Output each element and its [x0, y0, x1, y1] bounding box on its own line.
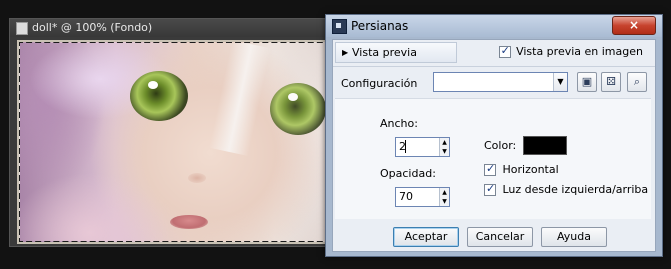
- config-row: Configuración ▼ ▣ ⚄ ⌕: [333, 70, 653, 94]
- config-label: Configuración: [341, 77, 418, 90]
- preview-row: ▶ Vista previa Vista previa en imagen: [335, 42, 651, 63]
- help-button[interactable]: Ayuda: [541, 227, 607, 247]
- chevron-down-icon[interactable]: ▼: [553, 73, 567, 91]
- close-button[interactable]: ×: [612, 16, 656, 35]
- persianas-dialog: Persianas × ▶ Vista previa Vista previa …: [325, 14, 663, 257]
- doll-right-eye: [270, 83, 326, 135]
- spin-arrows-icon[interactable]: ▲ ▼: [439, 188, 449, 206]
- doll-nose: [188, 173, 206, 183]
- dialog-title: Persianas: [351, 19, 409, 33]
- image-canvas[interactable]: [17, 40, 341, 244]
- reset-preset-button[interactable]: ⚄: [601, 72, 621, 92]
- image-window: doll* @ 100% (Fondo): [9, 18, 343, 247]
- doll-left-eye: [130, 71, 188, 121]
- doll-lips: [170, 215, 208, 229]
- spin-arrows-icon[interactable]: ▲ ▼: [439, 138, 449, 156]
- document-icon: [16, 22, 28, 35]
- save-preset-button[interactable]: ▣: [577, 72, 597, 92]
- image-window-titlebar[interactable]: doll* @ 100% (Fondo): [10, 19, 342, 37]
- ancho-label: Ancho:: [380, 117, 418, 130]
- triangle-right-icon: ▶: [342, 48, 349, 57]
- preview-toggle-label: Vista previa: [352, 46, 417, 59]
- settings-panel: Ancho: 2 ▲▼ Opacidad: 70 ▲▼ Color: Horiz…: [335, 98, 651, 219]
- color-label: Color:: [484, 139, 517, 152]
- opacidad-label: Opacidad:: [380, 167, 436, 180]
- folder-search-icon: ⌕: [633, 75, 641, 88]
- cancel-button[interactable]: Cancelar: [467, 227, 533, 247]
- dialog-body: ▶ Vista previa Vista previa en imagen Co…: [332, 39, 656, 252]
- config-select[interactable]: ▼: [433, 72, 568, 92]
- opacidad-value: 70: [399, 190, 413, 203]
- opacidad-spinner[interactable]: 70 ▲ ▼: [395, 187, 450, 207]
- checkbox-checked-icon[interactable]: [484, 182, 496, 196]
- dialog-titlebar[interactable]: Persianas ×: [326, 15, 662, 37]
- accept-button[interactable]: Aceptar: [393, 227, 459, 247]
- load-preset-button[interactable]: ⌕: [627, 72, 647, 92]
- preview-on-image-label: Vista previa en imagen: [516, 45, 643, 58]
- dice-icon: ⚄: [606, 75, 616, 88]
- luz-checkbox[interactable]: Luz desde izquierda/arriba: [484, 182, 649, 196]
- horizontal-label: Horizontal: [502, 163, 559, 176]
- text-caret: [405, 140, 406, 153]
- checkbox-checked-icon[interactable]: [484, 162, 496, 176]
- preview-toggle-button[interactable]: ▶ Vista previa: [335, 42, 457, 63]
- hair-highlight: [209, 43, 271, 156]
- save-icon: ▣: [581, 75, 593, 88]
- checkbox-checked-icon[interactable]: [498, 44, 511, 58]
- preview-on-image-checkbox[interactable]: Vista previa en imagen: [498, 44, 643, 58]
- ancho-spinner[interactable]: 2 ▲ ▼: [395, 137, 450, 157]
- image-window-title: doll* @ 100% (Fondo): [32, 21, 153, 34]
- app-icon: [332, 19, 347, 34]
- divider: [333, 66, 655, 67]
- horizontal-checkbox[interactable]: Horizontal: [484, 162, 559, 176]
- color-swatch[interactable]: [523, 136, 567, 155]
- luz-label: Luz desde izquierda/arriba: [502, 183, 649, 196]
